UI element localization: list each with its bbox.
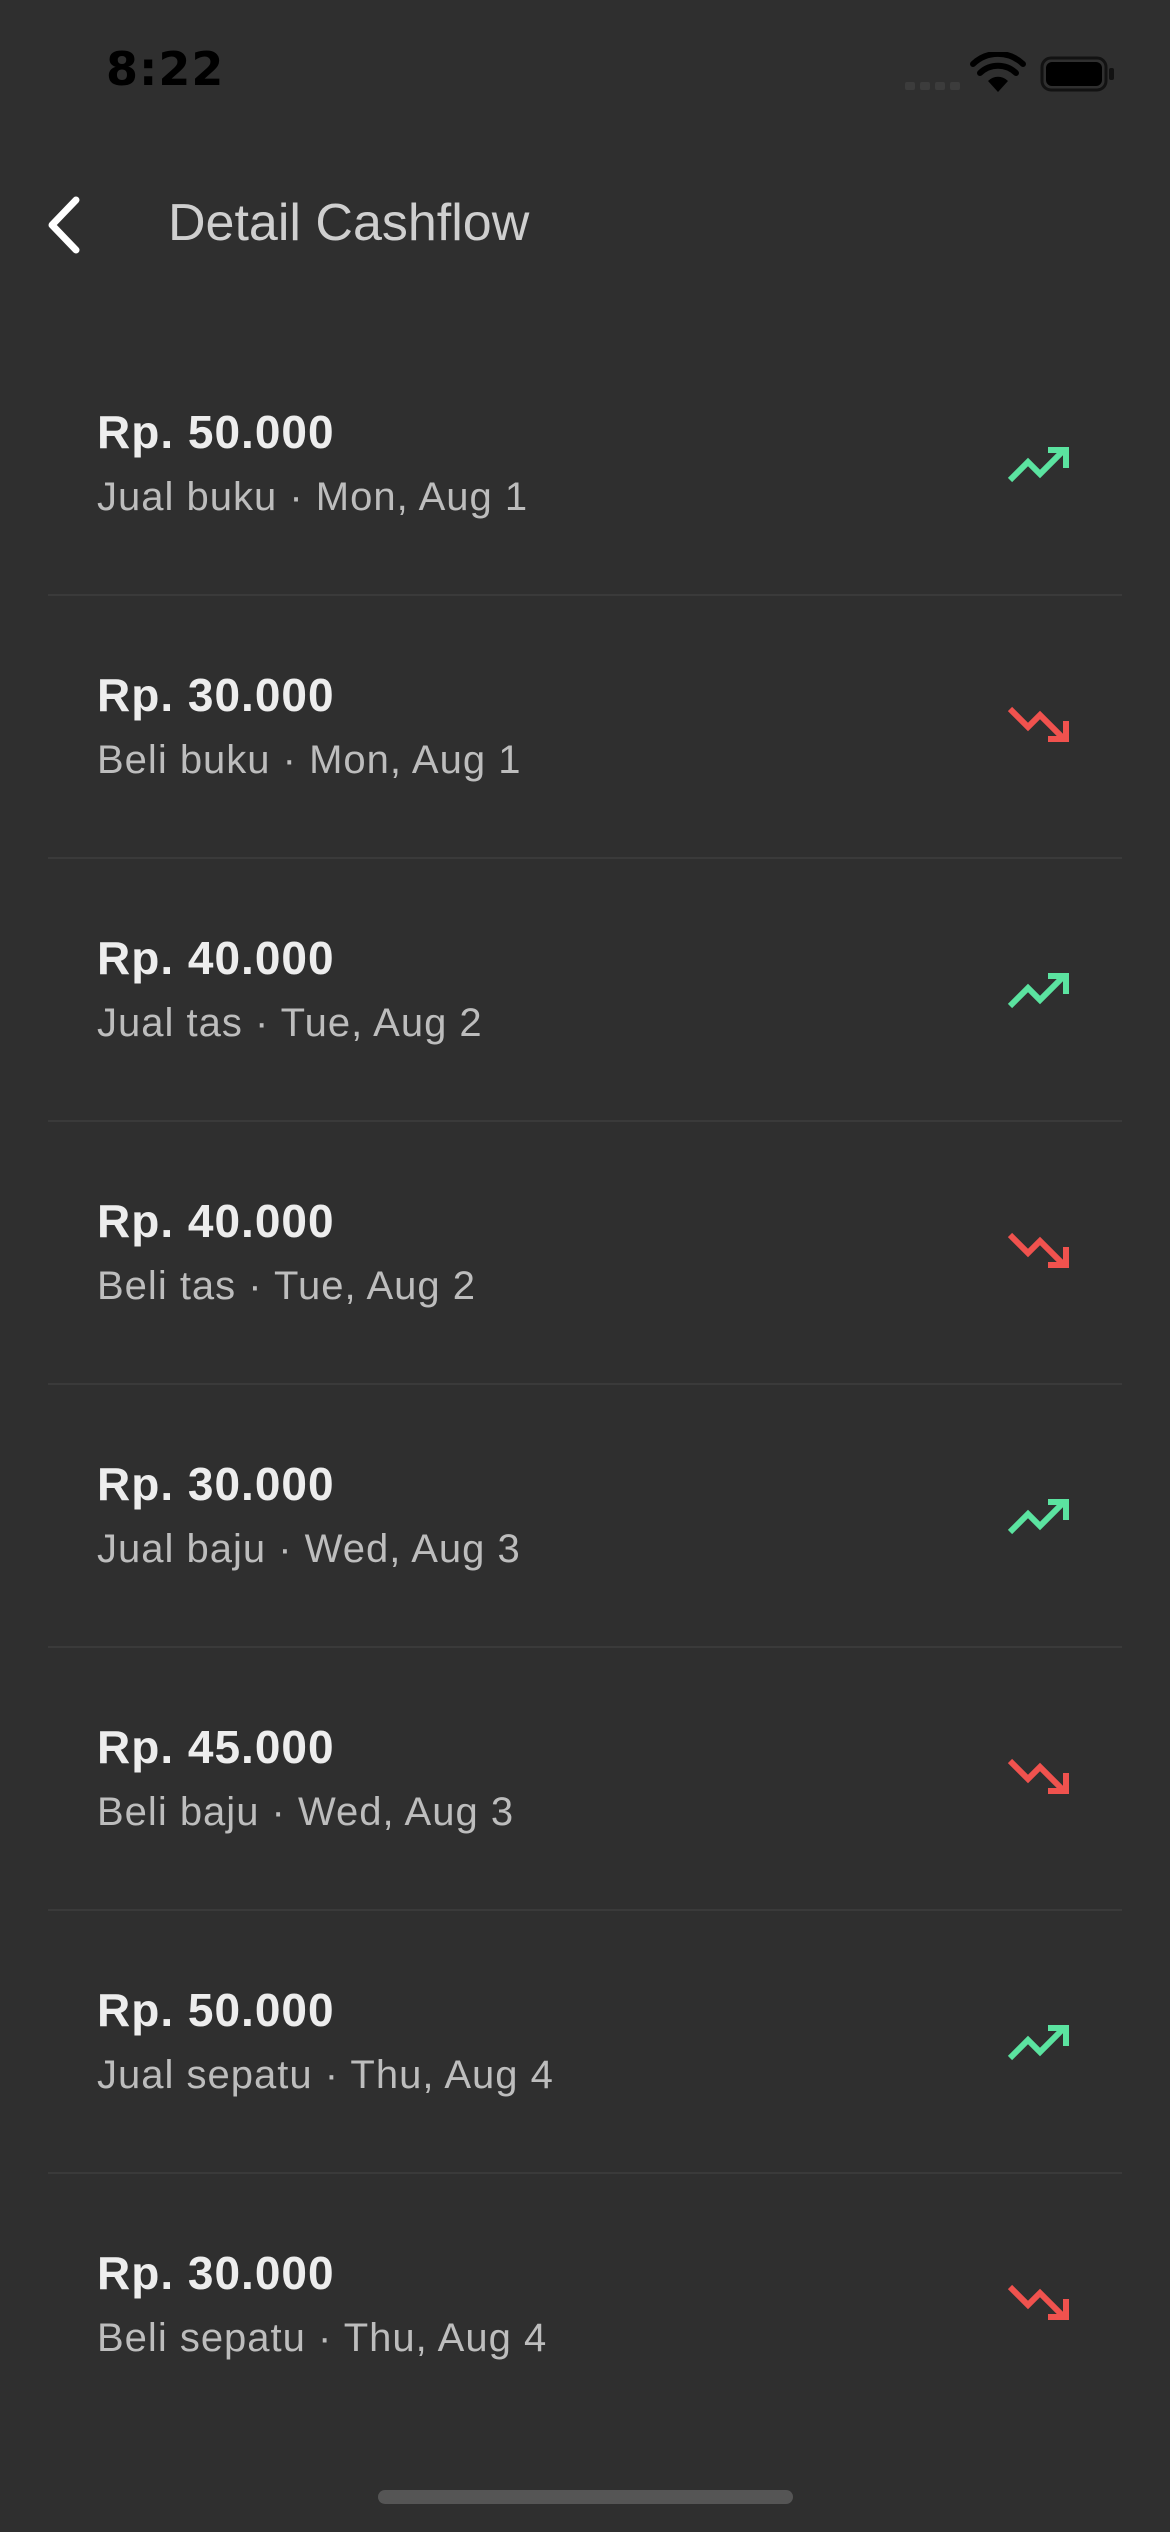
item-subtitle: Beli buku · Mon, Aug 1 <box>97 738 522 782</box>
item-amount: Rp. 40.000 <box>97 1195 335 1247</box>
item-subtitle: Jual baju · Wed, Aug 3 <box>97 1527 521 1571</box>
wifi-icon <box>970 52 1026 92</box>
item-subtitle: Jual tas · Tue, Aug 2 <box>97 1001 483 1045</box>
chevron-left-icon <box>48 196 80 254</box>
list-item[interactable]: Rp. 45.000 Beli baju · Wed, Aug 3 <box>48 1648 1122 1911</box>
list-item[interactable]: Rp. 30.000 Jual baju · Wed, Aug 3 <box>48 1385 1122 1648</box>
page-title: Detail Cashflow <box>168 194 530 252</box>
list-item[interactable]: Rp. 30.000 Beli sepatu · Thu, Aug 4 <box>48 2174 1122 2437</box>
back-button[interactable] <box>30 180 110 270</box>
item-amount: Rp. 40.000 <box>97 932 335 984</box>
trending-down-icon <box>1007 2284 1069 2320</box>
item-amount: Rp. 50.000 <box>97 1984 335 2036</box>
item-amount: Rp. 30.000 <box>97 2247 335 2299</box>
list-item[interactable]: Rp. 50.000 Jual buku · Mon, Aug 1 <box>48 333 1122 596</box>
trending-down-icon <box>1007 1232 1069 1268</box>
trending-up-icon <box>1007 973 1069 1009</box>
item-subtitle: Jual sepatu · Thu, Aug 4 <box>97 2053 554 2097</box>
cashflow-list: Rp. 50.000 Jual buku · Mon, Aug 1 Rp. 30… <box>48 333 1122 2437</box>
item-subtitle: Beli sepatu · Thu, Aug 4 <box>97 2316 548 2360</box>
status-time: 8:22 <box>106 42 225 96</box>
item-subtitle: Beli baju · Wed, Aug 3 <box>97 1790 515 1834</box>
item-amount: Rp. 50.000 <box>97 406 335 458</box>
list-item[interactable]: Rp. 50.000 Jual sepatu · Thu, Aug 4 <box>48 1911 1122 2174</box>
item-subtitle: Jual buku · Mon, Aug 1 <box>97 475 529 519</box>
trending-up-icon <box>1007 2025 1069 2061</box>
trending-up-icon <box>1007 447 1069 483</box>
trending-down-icon <box>1007 706 1069 742</box>
item-amount: Rp. 30.000 <box>97 669 335 721</box>
item-amount: Rp. 30.000 <box>97 1458 335 1510</box>
trending-up-icon <box>1007 1499 1069 1535</box>
signal-icon <box>905 82 961 90</box>
battery-icon <box>1040 56 1114 92</box>
list-item[interactable]: Rp. 40.000 Jual tas · Tue, Aug 2 <box>48 859 1122 1122</box>
home-indicator <box>378 2490 793 2504</box>
trending-down-icon <box>1007 1758 1069 1794</box>
app-header: Detail Cashflow <box>0 150 1170 300</box>
list-item[interactable]: Rp. 30.000 Beli buku · Mon, Aug 1 <box>48 596 1122 859</box>
item-subtitle: Beli tas · Tue, Aug 2 <box>97 1264 476 1308</box>
item-amount: Rp. 45.000 <box>97 1721 335 1773</box>
list-item[interactable]: Rp. 40.000 Beli tas · Tue, Aug 2 <box>48 1122 1122 1385</box>
status-bar: 8:22 <box>0 0 1170 150</box>
